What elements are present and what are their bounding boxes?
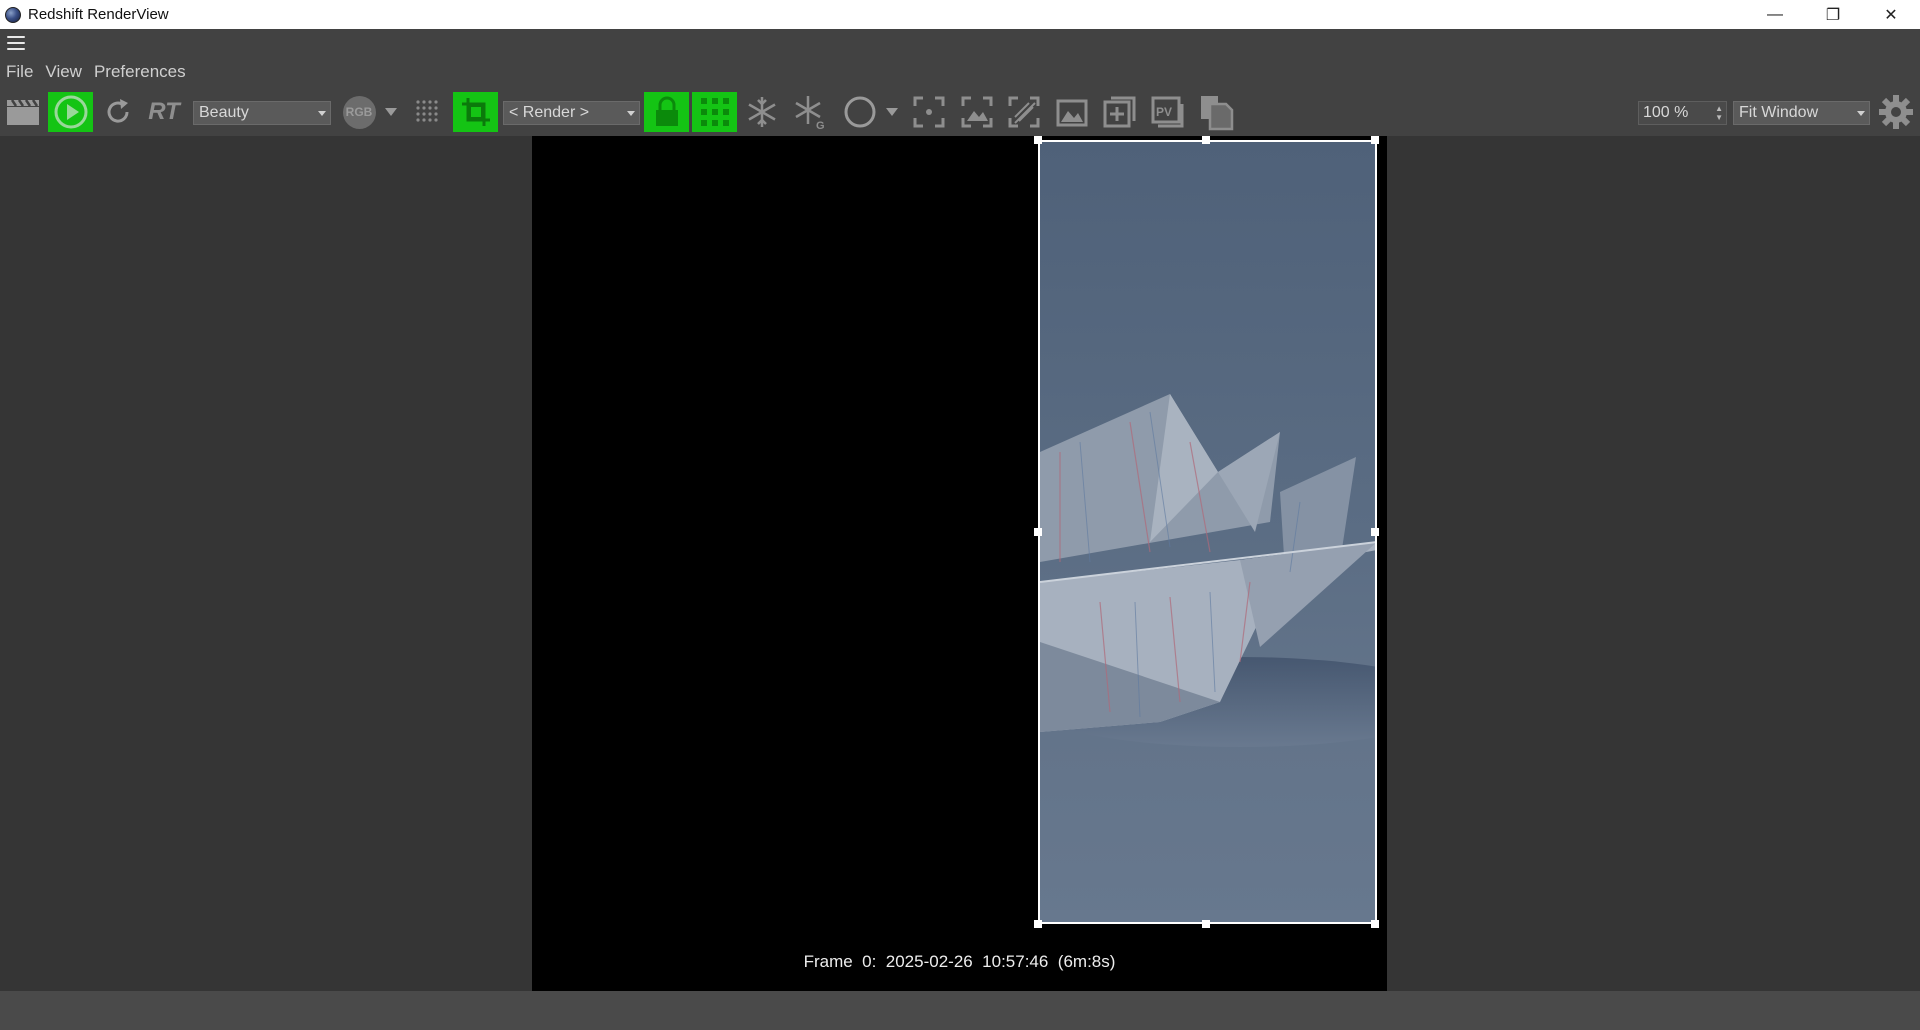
aov-select-value: Beauty [199, 104, 249, 121]
aov-select[interactable]: Beauty [193, 101, 331, 125]
refresh-icon[interactable] [99, 92, 137, 132]
rgb-badge[interactable]: RGB [340, 92, 378, 132]
lock-button[interactable] [644, 92, 689, 132]
menu-view[interactable]: View [39, 62, 88, 82]
copy-icon[interactable] [1196, 92, 1236, 132]
rt-toggle[interactable]: RT [143, 92, 185, 132]
region-handle-br[interactable] [1371, 920, 1379, 928]
render-region[interactable] [1038, 140, 1377, 924]
camera-select[interactable]: < Render > [503, 101, 640, 125]
region-handle-tl[interactable] [1034, 136, 1042, 144]
close-button[interactable]: ✕ [1862, 0, 1920, 29]
dot-grid-icon[interactable] [410, 92, 446, 132]
paper-boats-render [1040, 394, 1375, 747]
snowflake-g-icon[interactable]: G [790, 92, 830, 132]
hatch-icon[interactable] [1004, 92, 1044, 132]
menu-preferences[interactable]: Preferences [88, 62, 192, 82]
region-handle-top[interactable] [1202, 136, 1210, 144]
circle-icon[interactable] [841, 92, 879, 132]
render-viewport: Frame 0: 2025-02-26 10:57:46 (6m:8s) [0, 136, 1920, 991]
frame-info: Frame 0: 2025-02-26 10:57:46 (6m:8s) [803, 952, 1116, 971]
camera-select-value: < Render > [509, 104, 590, 121]
hamburger-icon[interactable] [7, 36, 25, 50]
restore-button[interactable]: ❐ [1804, 0, 1862, 29]
lock-icon [655, 96, 678, 126]
grid-button[interactable] [692, 92, 737, 132]
start-render-button[interactable] [48, 92, 93, 132]
zoom-spinbox[interactable]: 100 % ▲ ▼ [1638, 101, 1727, 125]
crop-icon [461, 98, 490, 126]
region-crop-button[interactable] [453, 92, 498, 132]
rgb-badge-label: RGB [342, 95, 376, 129]
redshift-logo-icon [5, 6, 21, 23]
grid-icon [700, 98, 729, 126]
region-handle-left[interactable] [1034, 528, 1042, 536]
play-icon [54, 95, 87, 129]
fit-region-icon[interactable] [957, 92, 997, 132]
image-icon[interactable] [1052, 92, 1092, 132]
region-handle-bottom[interactable] [1202, 920, 1210, 928]
window-controls: — ❐ ✕ [1746, 0, 1920, 29]
hamburger-row [0, 29, 1920, 57]
status-bar [0, 991, 1920, 1030]
fit-select[interactable]: Fit Window [1733, 101, 1870, 125]
region-handle-right[interactable] [1371, 528, 1379, 536]
svg-text:G: G [816, 120, 825, 130]
region-handle-tr[interactable] [1371, 136, 1379, 144]
title-bar: Redshift RenderView — ❐ ✕ [0, 0, 1920, 29]
render-canvas[interactable]: Frame 0: 2025-02-26 10:57:46 (6m:8s) [532, 136, 1387, 991]
svg-text:PV: PV [1156, 105, 1172, 119]
menu-file[interactable]: File [0, 62, 39, 82]
minimize-button[interactable]: — [1746, 0, 1804, 29]
channel-dropdown-arrow[interactable] [382, 92, 400, 132]
clapperboard-icon[interactable] [3, 92, 43, 132]
snowflake-icon[interactable] [742, 92, 782, 132]
circle-dropdown-arrow[interactable] [883, 92, 901, 132]
gear-icon[interactable] [1876, 92, 1916, 132]
region-handle-bl[interactable] [1034, 920, 1042, 928]
fit-select-value: Fit Window [1739, 104, 1819, 121]
add-snapshot-icon[interactable] [1100, 92, 1140, 132]
zoom-spin-arrows[interactable]: ▲ ▼ [1715, 104, 1723, 122]
toolbar: RT Beauty RGB < Render > G PV 100 % ▲ ▼ … [0, 87, 1920, 136]
zoom-value: 100 % [1643, 104, 1689, 121]
focus-icon[interactable] [909, 92, 949, 132]
window-title: Redshift RenderView [28, 6, 169, 23]
pv-icon[interactable]: PV [1148, 92, 1188, 132]
menu-bar: File View Preferences [0, 57, 1920, 87]
